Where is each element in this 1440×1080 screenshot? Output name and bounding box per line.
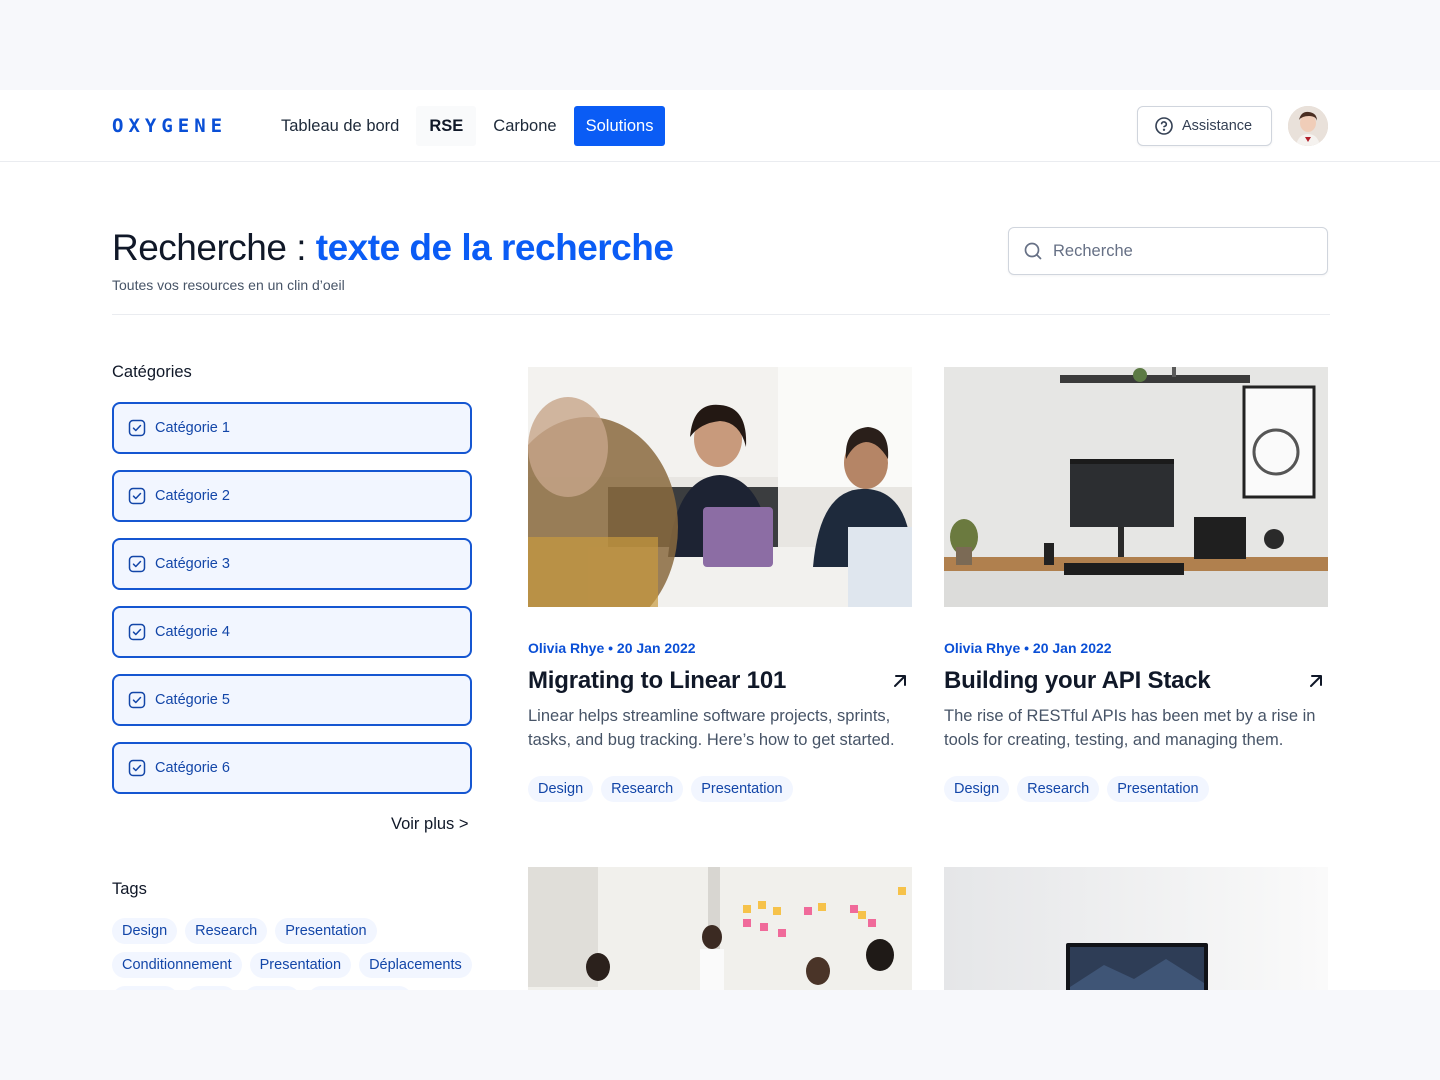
see-more-link[interactable]: Voir plus > (391, 815, 469, 834)
article-image-monitor[interactable] (944, 867, 1328, 990)
page-subtitle: Toutes vos resources en un clin d’oeil (112, 277, 345, 293)
tag-chip[interactable]: Design (528, 776, 594, 802)
category-label: Catégorie 3 (155, 556, 230, 572)
top-navigation: OXYGENE Tableau de bord RSE Carbone Solu… (0, 90, 1440, 162)
title-prefix: Recherche : (112, 227, 316, 268)
assistance-label: Assistance (1182, 118, 1253, 134)
category-item[interactable]: Catégorie 5 (112, 674, 472, 726)
category-label: Catégorie 6 (155, 760, 230, 776)
tag-chip[interactable]: Presentation (275, 918, 377, 944)
checkbox-checked-icon[interactable] (128, 623, 146, 641)
article-tags: Design Research Presentation (944, 776, 1328, 802)
tag-chip[interactable]: Research (185, 918, 268, 944)
search-icon (1024, 242, 1042, 260)
page-title: Recherche : texte de la recherche (112, 227, 674, 269)
checkbox-checked-icon[interactable] (128, 419, 146, 437)
help-circle-icon (1155, 117, 1173, 135)
article-image-sticky-notes[interactable] (528, 867, 912, 990)
category-item[interactable]: Catégorie 2 (112, 470, 472, 522)
tag-chip[interactable]: Design (944, 776, 1010, 802)
category-label: Catégorie 5 (155, 692, 230, 708)
search-query-text: texte de la recherche (315, 227, 674, 268)
article-tags: Design Research Presentation (528, 776, 912, 802)
oxygene-logo[interactable]: OXYGENE (112, 115, 228, 137)
article-title[interactable]: Building your API Stack (944, 667, 1211, 695)
tag-chip[interactable]: Design (112, 918, 178, 944)
search-input[interactable] (1053, 241, 1303, 261)
nav-solutions[interactable]: Solutions (573, 106, 666, 146)
article-title[interactable]: Migrating to Linear 101 (528, 667, 786, 695)
section-divider (112, 314, 1330, 315)
assistance-button[interactable]: Assistance (1137, 106, 1272, 146)
category-item[interactable]: Catégorie 3 (112, 538, 472, 590)
article-card[interactable]: Olivia Rhye • 20 Jan 2022 Migrating to L… (528, 367, 912, 802)
checkbox-checked-icon[interactable] (128, 759, 146, 777)
article-card[interactable] (528, 867, 912, 990)
search-box[interactable] (1008, 227, 1328, 275)
category-item[interactable]: Catégorie 1 (112, 402, 472, 454)
arrow-up-right-icon[interactable] (888, 669, 912, 693)
tag-chip[interactable]: Presentation (691, 776, 793, 802)
article-title-row: Building your API Stack (944, 667, 1328, 695)
nav-rse[interactable]: RSE (416, 106, 477, 146)
nav-tableau-de-bord[interactable]: Tableau de bord (268, 106, 412, 146)
tag-chip-cutoff[interactable] (244, 986, 300, 990)
checkbox-checked-icon[interactable] (128, 691, 146, 709)
article-description: The rise of RESTful APIs has been met by… (944, 707, 1316, 749)
article-meta: Olivia Rhye • 20 Jan 2022 (528, 640, 696, 656)
arrow-up-right-icon[interactable] (1304, 669, 1328, 693)
user-avatar[interactable] (1288, 106, 1328, 146)
article-title-row: Migrating to Linear 101 (528, 667, 912, 695)
article-meta: Olivia Rhye • 20 Jan 2022 (944, 640, 1112, 656)
tag-chip[interactable]: Research (1017, 776, 1100, 802)
tag-chip-cutoff[interactable] (112, 986, 178, 990)
tag-chip[interactable]: Déplacements (359, 952, 472, 978)
article-description: Linear helps streamline software project… (528, 707, 895, 749)
tag-chip-cutoff[interactable] (308, 986, 412, 990)
checkbox-checked-icon[interactable] (128, 487, 146, 505)
main-nav: Tableau de bord RSE Carbone Solutions (268, 106, 666, 146)
tag-list: Design Research Presentation Conditionne… (112, 918, 492, 990)
app-frame: OXYGENE Tableau de bord RSE Carbone Solu… (0, 90, 1440, 990)
checkbox-checked-icon[interactable] (128, 555, 146, 573)
nav-carbone[interactable]: Carbone (480, 106, 569, 146)
tag-chip[interactable]: Presentation (249, 952, 352, 978)
article-image-team-meeting[interactable] (528, 367, 912, 607)
category-item[interactable]: Catégorie 6 (112, 742, 472, 794)
category-label: Catégorie 2 (155, 488, 230, 504)
article-card[interactable]: Olivia Rhye • 20 Jan 2022 Building your … (944, 367, 1328, 802)
category-label: Catégorie 1 (155, 420, 230, 436)
tag-chip[interactable]: Research (601, 776, 684, 802)
categories-heading: Catégories (112, 363, 192, 381)
category-list: Catégorie 1 Catégorie 2 Catégorie 3 Caté… (112, 402, 472, 810)
category-label: Catégorie 4 (155, 624, 230, 640)
tags-heading: Tags (112, 880, 147, 898)
article-card[interactable] (944, 867, 1328, 990)
tag-chip[interactable]: Conditionnement (112, 952, 242, 978)
tag-chip-cutoff[interactable] (186, 986, 236, 990)
logo-text: OXYGENE (112, 115, 228, 137)
article-image-desk-setup[interactable] (944, 367, 1328, 607)
tag-chip[interactable]: Presentation (1107, 776, 1209, 802)
category-item[interactable]: Catégorie 4 (112, 606, 472, 658)
